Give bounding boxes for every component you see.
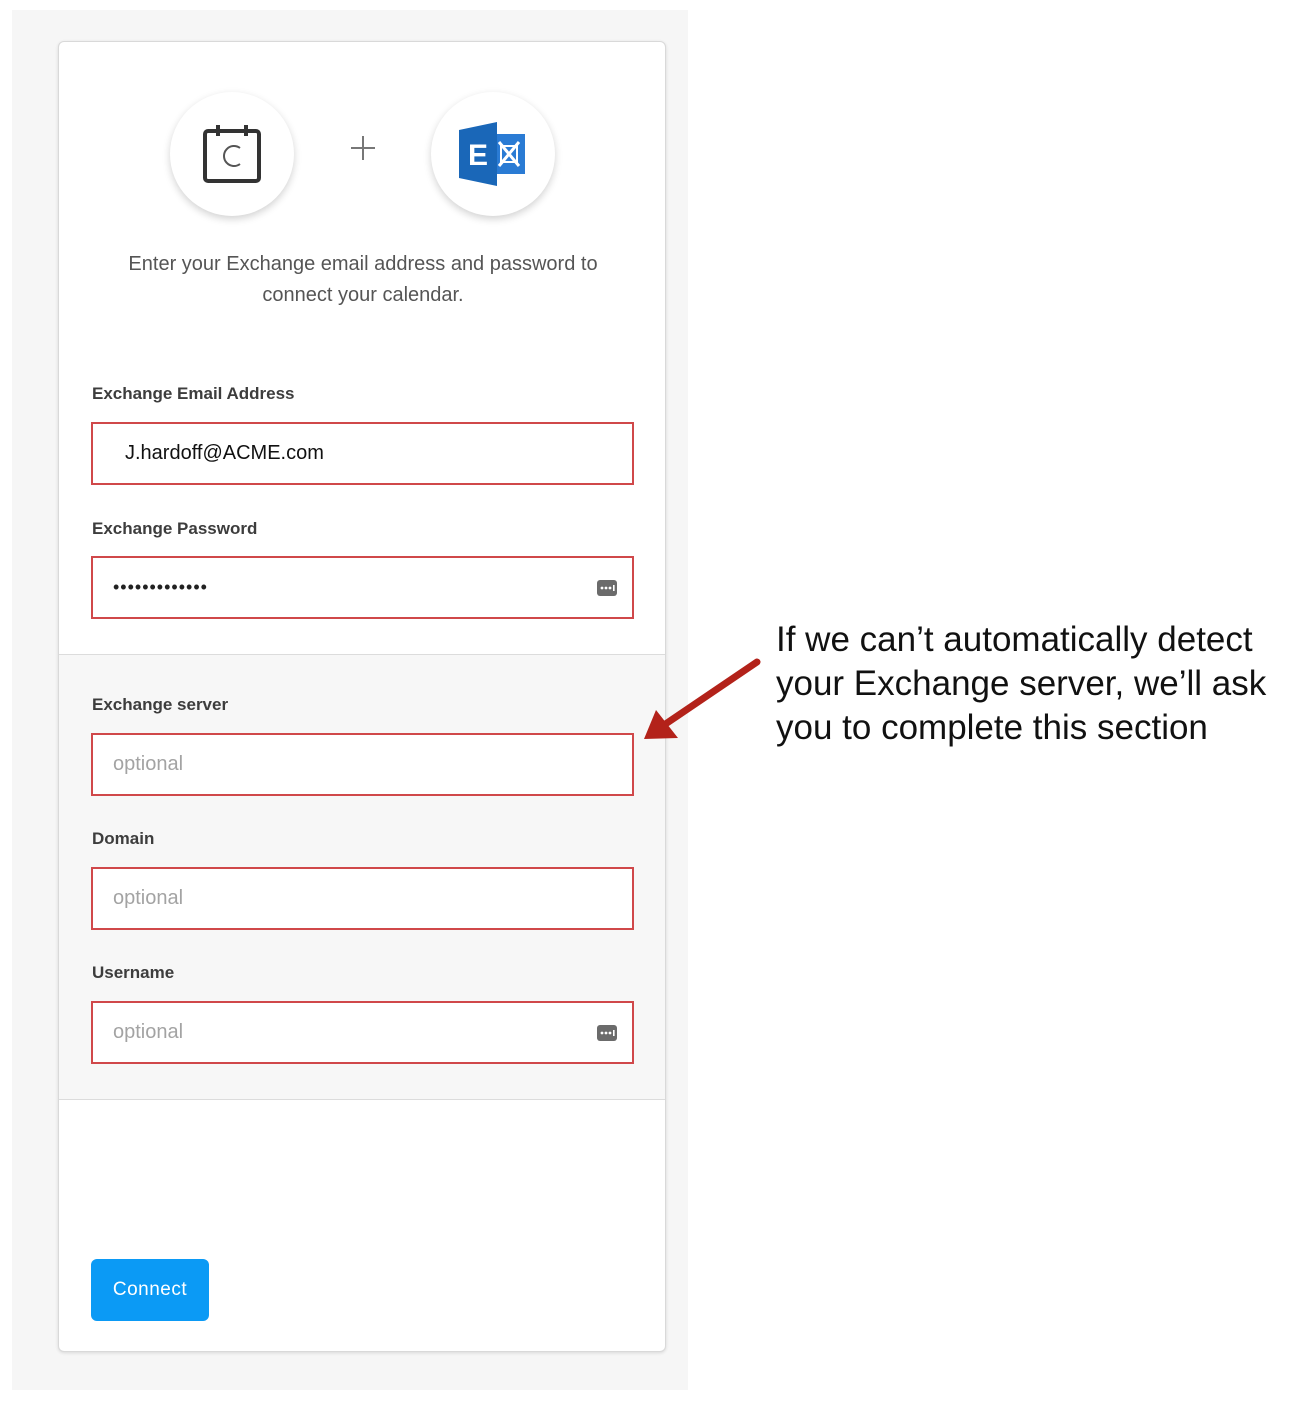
domain-input[interactable] [93,869,632,928]
email-label: Exchange Email Address [92,384,295,403]
server-label: Exchange server [92,695,229,714]
password-value: ••••••••••••• [113,577,208,597]
plus-icon [351,136,375,160]
calendar-c-icon [203,125,261,183]
password-field[interactable]: ••••••••••••• [91,556,634,619]
password-manager-icon[interactable] [596,578,618,598]
optional-server-section: Exchange server Domain Username [59,654,665,1100]
exchange-logo: E [431,92,555,216]
username-label: Username [92,963,175,982]
connect-exchange-card: E Enter your Exchange email address and … [58,41,666,1352]
password-label: Exchange Password [92,519,258,538]
exchange-letter: E [468,139,488,172]
email-value: J.hardoff@ACME.com [125,442,324,464]
domain-label: Domain [92,829,155,848]
server-field[interactable] [91,733,634,796]
annotation-line-1: If we can’t automatically detect [776,620,1253,659]
intro-text: Enter your Exchange email address and pa… [128,253,598,306]
annotation-line-2: your Exchange server, we’ll ask [776,664,1267,703]
annotation-text: If we can’t automatically detect your Ex… [776,618,1296,750]
annotation-line-3: you to complete this section [776,708,1208,747]
domain-field[interactable] [91,867,634,930]
username-field[interactable] [91,1001,634,1064]
microsoft-exchange-icon: E [459,122,525,186]
server-input[interactable] [93,735,632,794]
annotation-arrow-icon [644,658,761,739]
connect-button[interactable]: Connect [91,1259,209,1321]
username-input[interactable] [93,1003,596,1062]
email-field[interactable]: J.hardoff@ACME.com [91,422,634,485]
password-manager-icon[interactable] [596,1023,618,1043]
app-logo [170,92,294,216]
